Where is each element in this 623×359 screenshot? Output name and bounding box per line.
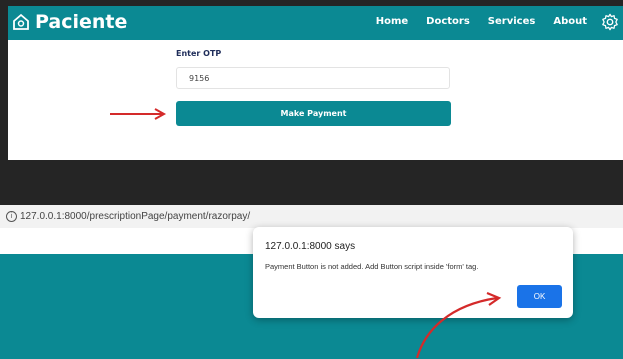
ok-button[interactable]: OK xyxy=(517,285,562,308)
alert-message: Payment Button is not added. Add Button … xyxy=(265,262,479,271)
url-text[interactable]: 127.0.0.1:8000/prescriptionPage/payment/… xyxy=(20,211,250,222)
nav-services[interactable]: Services xyxy=(488,16,536,27)
brand-name: Paciente xyxy=(35,11,128,33)
alert-screenshot: i 127.0.0.1:8000/prescriptionPage/paymen… xyxy=(0,205,623,359)
otp-label: Enter OTP xyxy=(176,49,222,58)
red-arrow-icon xyxy=(110,108,167,120)
red-curved-arrow-icon xyxy=(415,291,502,359)
info-icon[interactable]: i xyxy=(6,211,17,222)
otp-input[interactable] xyxy=(176,67,450,89)
nav-doctors[interactable]: Doctors xyxy=(426,16,470,27)
home-logo-icon xyxy=(13,13,29,30)
payment-page-screenshot: Paciente Home Doctors Services About Ent… xyxy=(8,6,623,160)
navbar: Paciente Home Doctors Services About xyxy=(8,6,623,40)
make-payment-button[interactable]: Make Payment xyxy=(176,101,451,126)
brand-logo[interactable]: Paciente xyxy=(12,11,127,33)
nav-links: Home Doctors Services About xyxy=(376,16,587,27)
browser-address-bar[interactable]: i 127.0.0.1:8000/prescriptionPage/paymen… xyxy=(0,205,623,228)
nav-home[interactable]: Home xyxy=(376,16,408,27)
nav-about[interactable]: About xyxy=(553,16,587,27)
gear-icon[interactable] xyxy=(601,13,619,31)
alert-title: 127.0.0.1:8000 says xyxy=(265,241,356,252)
